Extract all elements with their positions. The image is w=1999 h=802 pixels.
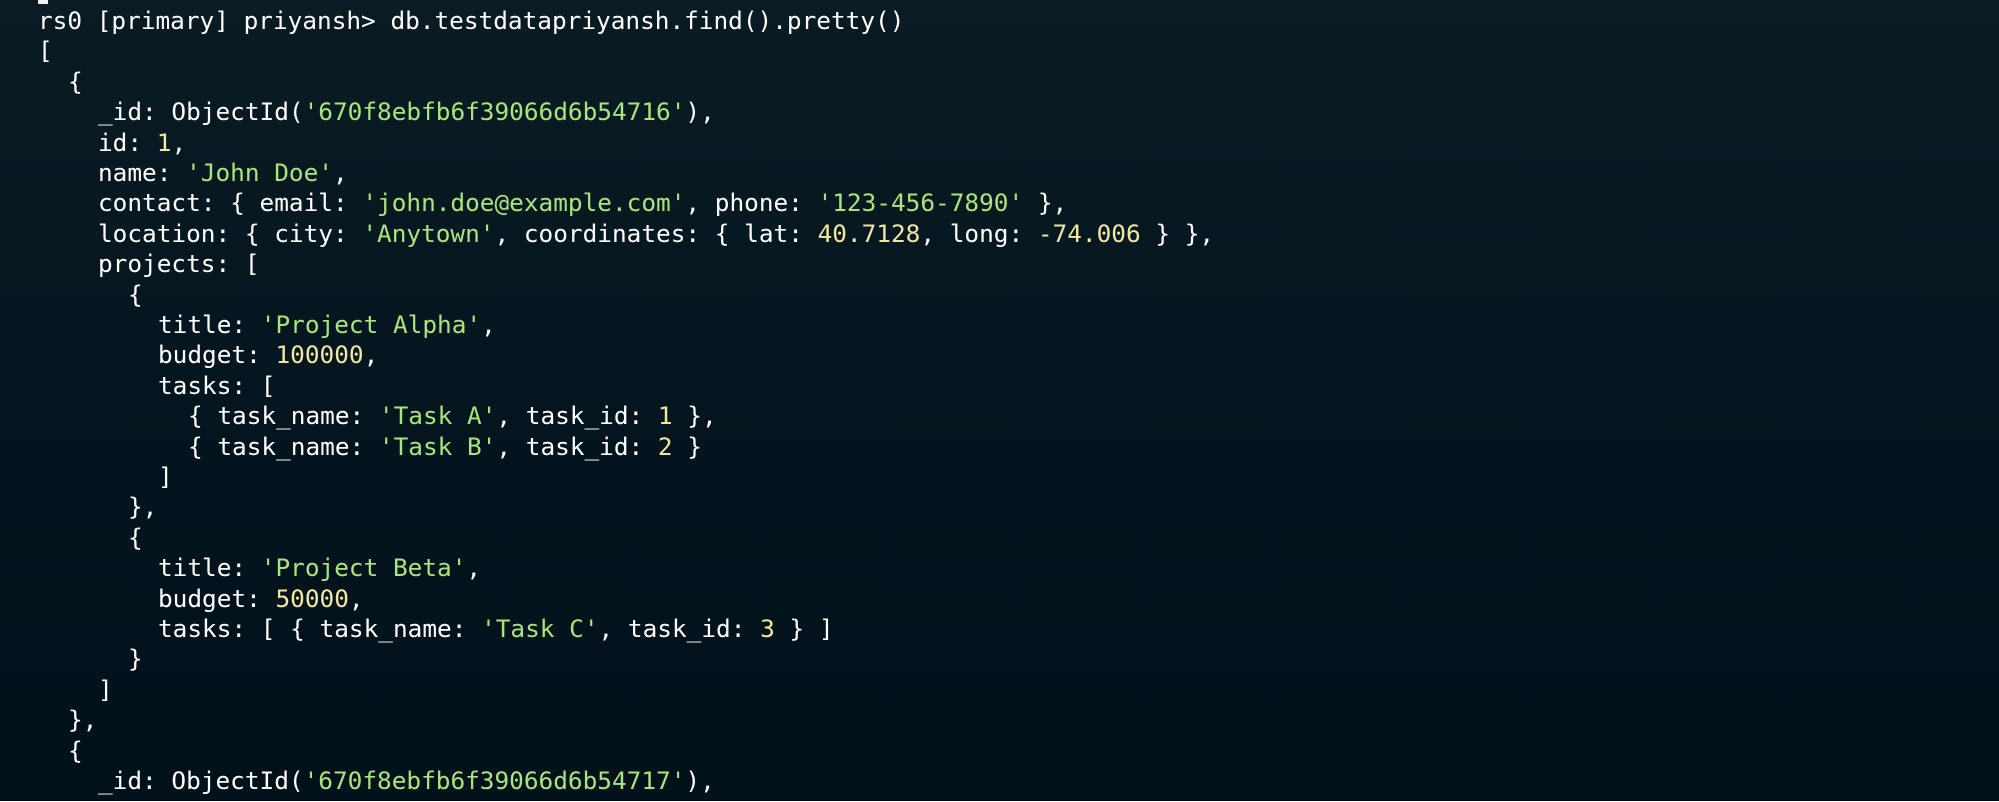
previous-output-fragment bbox=[38, 0, 48, 4]
code-text: budget: bbox=[158, 340, 276, 370]
string-literal: 'Task B' bbox=[378, 431, 497, 461]
code-text: [ bbox=[38, 36, 53, 66]
code-text: } }, bbox=[1140, 218, 1215, 248]
string-literal: 'Project Alpha' bbox=[260, 310, 482, 339]
code-text: , bbox=[348, 583, 364, 613]
code-text: , bbox=[466, 553, 482, 583]
code-text: projects: [ bbox=[98, 249, 260, 279]
code-text: tasks: [ bbox=[158, 370, 276, 400]
number-literal: 50000 bbox=[275, 583, 349, 613]
code-text: }, bbox=[672, 401, 717, 431]
output-line: contact: { email: 'john.doe@example.com'… bbox=[98, 188, 1067, 218]
number-literal: 2 bbox=[657, 431, 673, 461]
output-line: tasks: [ { task_name: 'Task C', task_id:… bbox=[158, 614, 834, 644]
code-text: location: { city: bbox=[98, 218, 363, 248]
prompt-line: rs0 [primary] priyansh> db.testdatapriya… bbox=[38, 6, 904, 36]
output-line: budget: 50000, bbox=[158, 584, 364, 614]
code-text: id: bbox=[98, 127, 157, 157]
string-literal: '123-456-7890' bbox=[817, 188, 1024, 218]
string-literal: '670f8ebfb6f39066d6b54717' bbox=[303, 766, 686, 795]
code-text: , task_id: bbox=[496, 401, 658, 431]
number-literal: 100000 bbox=[275, 340, 364, 370]
output-line: }, bbox=[68, 705, 97, 735]
output-line: ] bbox=[98, 675, 113, 705]
code-text: ] bbox=[158, 462, 173, 491]
output-line: { task_name: 'Task B', task_id: 2 } bbox=[188, 432, 702, 462]
number-literal: 1 bbox=[156, 127, 172, 157]
output-line: title: 'Project Alpha', bbox=[158, 310, 496, 340]
number-literal: -74.006 bbox=[1037, 218, 1141, 248]
code-text: { bbox=[68, 735, 83, 765]
output-line: budget: 100000, bbox=[158, 340, 378, 370]
output-line: { task_name: 'Task A', task_id: 1 }, bbox=[188, 401, 717, 431]
code-text: }, bbox=[68, 705, 98, 735]
terminal-window[interactable]: rs0 [primary] priyansh> db.testdatapriya… bbox=[0, 0, 1999, 801]
output-line: } bbox=[128, 644, 143, 674]
code-text: , long: bbox=[920, 218, 1038, 248]
number-literal: 1 bbox=[657, 401, 673, 431]
code-text: , bbox=[481, 310, 496, 339]
code-text: { task_name: bbox=[188, 401, 379, 431]
output-line: { bbox=[68, 67, 83, 97]
output-line: ] bbox=[158, 462, 173, 492]
code-text: }, bbox=[128, 492, 158, 522]
code-text: , task_id: bbox=[496, 431, 658, 461]
code-text: , bbox=[171, 127, 187, 157]
code-text: } bbox=[672, 431, 702, 461]
string-literal: 'Task C' bbox=[481, 614, 599, 643]
code-text: , coordinates: { lat: bbox=[494, 218, 818, 248]
shell-prompt: rs0 [primary] priyansh> bbox=[38, 6, 391, 35]
code-text: } bbox=[128, 644, 143, 674]
code-text: } ] bbox=[774, 614, 834, 643]
code-text: ), bbox=[685, 766, 715, 795]
code-text: { bbox=[128, 522, 143, 552]
code-text: , bbox=[363, 340, 379, 370]
code-text: budget: bbox=[158, 583, 276, 613]
code-text: title: bbox=[158, 310, 261, 339]
output-line: { bbox=[128, 280, 143, 310]
output-line: { bbox=[68, 736, 83, 766]
code-text: ] bbox=[98, 674, 113, 704]
code-text: ), bbox=[685, 97, 715, 127]
code-text: name: bbox=[98, 158, 187, 187]
string-literal: 'John Doe' bbox=[186, 158, 333, 187]
code-text: _id: ObjectId( bbox=[98, 97, 304, 127]
code-text: }, bbox=[1023, 188, 1068, 218]
code-text: , task_id: bbox=[598, 614, 761, 643]
output-line: projects: [ bbox=[98, 249, 260, 279]
code-text: contact: { email: bbox=[98, 188, 363, 218]
output-line: name: 'John Doe', bbox=[98, 158, 348, 188]
output-line: tasks: [ bbox=[158, 371, 275, 401]
code-text: { bbox=[68, 66, 83, 96]
string-literal: 'john.doe@example.com' bbox=[362, 188, 686, 218]
output-line: location: { city: 'Anytown', coordinates… bbox=[98, 219, 1214, 249]
output-line: _id: ObjectId('670f8ebfb6f39066d6b54717'… bbox=[98, 766, 715, 796]
string-literal: 'Anytown' bbox=[362, 218, 495, 248]
code-text: { task_name: bbox=[188, 431, 379, 461]
string-literal: 'Project Beta' bbox=[260, 553, 467, 583]
code-text: , phone: bbox=[685, 188, 818, 218]
output-line: { bbox=[128, 523, 143, 553]
output-line: _id: ObjectId('670f8ebfb6f39066d6b54716'… bbox=[98, 97, 715, 127]
output-line: }, bbox=[128, 492, 157, 522]
string-literal: 'Task A' bbox=[378, 401, 497, 431]
code-text: title: bbox=[158, 553, 261, 583]
output-line: [ bbox=[38, 36, 53, 66]
output-line: id: 1, bbox=[98, 128, 186, 158]
number-literal: 40.7128 bbox=[817, 218, 921, 248]
number-literal: 3 bbox=[760, 614, 775, 643]
code-text: , bbox=[332, 158, 348, 187]
command-text: db.testdatapriyansh.find().pretty() bbox=[390, 6, 905, 35]
code-text: _id: ObjectId( bbox=[98, 766, 304, 795]
code-text: { bbox=[128, 279, 143, 309]
output-line: title: 'Project Beta', bbox=[158, 553, 481, 583]
code-text: tasks: [ { task_name: bbox=[158, 614, 482, 643]
string-literal: '670f8ebfb6f39066d6b54716' bbox=[303, 97, 686, 127]
